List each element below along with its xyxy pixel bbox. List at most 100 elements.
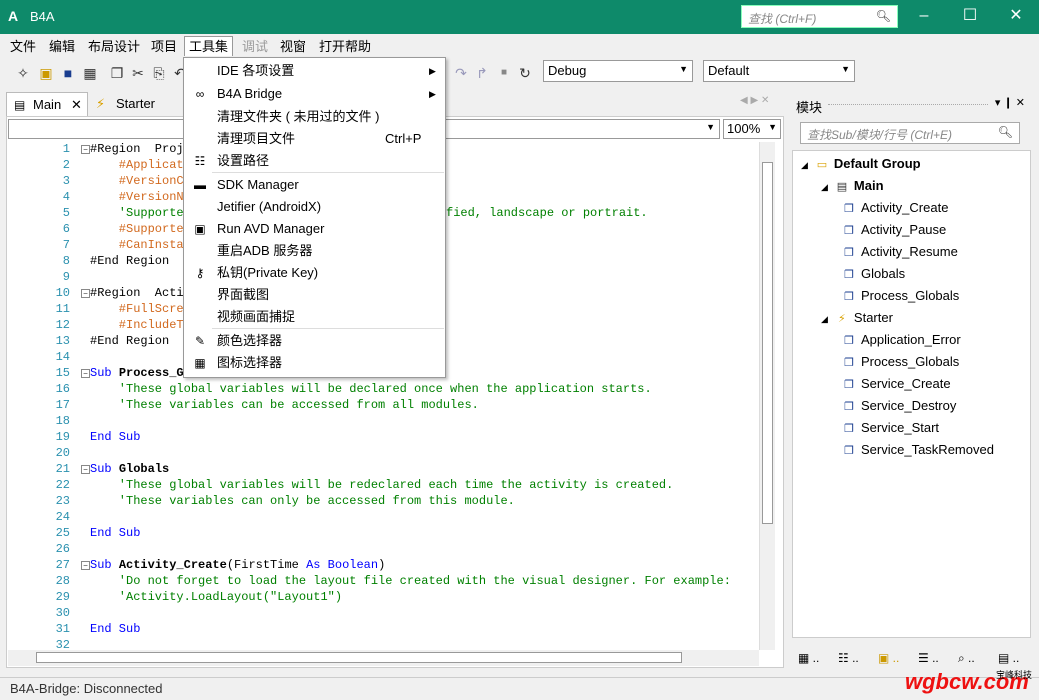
logs-tab-icon[interactable]: ☰ .. xyxy=(918,648,939,668)
panel-controls-icon[interactable]: ▾ ❙ ✕ xyxy=(995,96,1025,109)
scroll-thumb[interactable] xyxy=(36,652,682,663)
save-icon[interactable]: ■ xyxy=(59,64,77,82)
expand-icon[interactable]: ◢ xyxy=(821,182,828,192)
code-token: #End Region xyxy=(90,254,170,268)
tools-menu-item[interactable]: 视频画面捕捉 xyxy=(184,306,445,328)
code-line: 'These variables can only be accessed fr… xyxy=(90,494,515,508)
tree-node[interactable]: ❐ Service_Create xyxy=(841,373,951,395)
global-search-input[interactable]: 查找 (Ctrl+F) 🔍︎ xyxy=(741,5,898,28)
close-button[interactable]: ✕ xyxy=(993,0,1039,32)
tree-node[interactable]: ◢ ▭ Default Group xyxy=(801,153,921,175)
tree-node[interactable]: ❐ Service_Start xyxy=(841,417,939,439)
expand-icon[interactable]: ◢ xyxy=(821,314,828,324)
build-config-select[interactable]: Debug ▼ xyxy=(543,60,693,82)
maximize-button[interactable]: ☐ xyxy=(947,0,993,32)
menu-project[interactable]: 项目 xyxy=(147,37,181,57)
cut-icon[interactable]: ✂ xyxy=(129,64,147,82)
menu-separator xyxy=(212,172,444,173)
tools-menu-item[interactable]: ▣ Run AVD Manager xyxy=(184,218,445,240)
modules-tab-icon[interactable]: ▦ .. xyxy=(798,648,819,668)
code-line: #Applicat xyxy=(90,158,184,172)
tools-menu-item[interactable]: ☷ 设置路径 xyxy=(184,150,445,172)
menu-item-label: IDE 各项设置 xyxy=(217,63,295,78)
close-tab-icon[interactable]: ✕ xyxy=(71,93,82,117)
tree-node-label: Activity_Pause xyxy=(861,222,947,237)
tools-menu-item[interactable]: ✎ 颜色选择器 xyxy=(184,330,445,352)
tools-menu-item[interactable]: ∞ B4A Bridge ▶ xyxy=(184,83,445,105)
restart-icon[interactable]: ↻ xyxy=(516,64,534,82)
tab-starter-label: Starter xyxy=(116,96,156,111)
tools-menu-item[interactable]: 清理文件夹 ( 未用过的文件 ) xyxy=(184,106,445,128)
tools-menu-item[interactable]: ▬ SDK Manager xyxy=(184,174,445,196)
tools-menu-item[interactable]: 界面截图 xyxy=(184,284,445,306)
menu-help[interactable]: 打开帮助 xyxy=(315,37,375,57)
tab-main[interactable]: ▤ Main ✕ xyxy=(6,92,88,116)
libraries-tab-icon[interactable]: ☷ .. xyxy=(838,648,859,668)
editor-horizontal-scrollbar[interactable] xyxy=(8,650,759,666)
tree-node[interactable]: ❐ Application_Error xyxy=(841,329,961,351)
stop-icon[interactable]: ■ xyxy=(495,64,513,82)
tree-node[interactable]: ◢ ▤ Main xyxy=(821,175,884,197)
tree-node[interactable]: ❐ Activity_Resume xyxy=(841,241,958,263)
code-line: Sub Process_Gl xyxy=(90,366,191,380)
tools-menu-item[interactable]: ▦ 图标选择器 xyxy=(184,352,445,374)
code-token: #VersionNa xyxy=(90,190,191,204)
code-line: #Region Activ xyxy=(90,286,191,300)
code-token: Sub xyxy=(90,366,119,380)
fold-toggle-icon[interactable]: − xyxy=(81,145,90,154)
tools-menu-item[interactable]: IDE 各项设置 ▶ xyxy=(184,60,445,82)
tree-node[interactable]: ❐ Service_TaskRemoved xyxy=(841,439,994,461)
paste-icon[interactable]: ⎘ xyxy=(150,64,168,82)
target-select[interactable]: Default ▼ xyxy=(703,60,855,82)
tree-node-label: Application_Error xyxy=(861,332,961,347)
tree-node[interactable]: ❐ Service_Destroy xyxy=(841,395,956,417)
step-over-icon[interactable]: ↷ xyxy=(452,64,470,82)
menu-item-label: 视频画面捕捉 xyxy=(217,309,296,324)
step-out-icon[interactable]: ↱ xyxy=(473,64,491,82)
submenu-arrow-icon: ▶ xyxy=(429,89,436,99)
tools-menu-item[interactable]: ⚷ 私钥(Private Key) xyxy=(184,262,445,284)
minimize-button[interactable]: – xyxy=(901,0,947,32)
tab-scroll-icon[interactable]: ◀ ▶ ✕ xyxy=(740,95,769,106)
module-tree: ◢ ▭ Default Group ◢ ▤ Main ❐ Activity_Create ❐ Ac… xyxy=(792,150,1031,638)
tree-node[interactable]: ❐ Globals xyxy=(841,263,905,285)
fold-toggle-icon[interactable]: − xyxy=(81,561,90,570)
zoom-select[interactable]: 100% ▼ xyxy=(723,119,781,139)
tree-node[interactable]: ❐ Process_Globals xyxy=(841,351,959,373)
menu-item-label: 图标选择器 xyxy=(217,355,283,370)
tab-starter[interactable]: ⚡ Starter xyxy=(90,92,164,116)
modules-panel: 模块 ▾ ❙ ✕ 查找Sub/模块/行号 (Ctrl+E) 🔍︎ ◢ ▭ Defau… xyxy=(790,92,1033,670)
tools-menu-item[interactable]: 重启ADB 服务器 xyxy=(184,240,445,262)
menu-file[interactable]: 文件 xyxy=(6,37,40,57)
tree-node[interactable]: ❐ Process_Globals xyxy=(841,285,959,307)
more-tabs-icon[interactable]: ▤ .. xyxy=(998,648,1019,668)
fold-toggle-icon[interactable]: − xyxy=(81,369,90,378)
expand-icon[interactable]: ◢ xyxy=(801,160,808,170)
menu-designer[interactable]: 布局设计 xyxy=(84,37,144,57)
code-line: End Sub xyxy=(90,622,140,636)
menu-item-label: B4A Bridge xyxy=(217,86,283,101)
tree-node[interactable]: ❐ Activity_Pause xyxy=(841,219,946,241)
scroll-thumb[interactable] xyxy=(762,162,773,524)
fold-toggle-icon[interactable]: − xyxy=(81,289,90,298)
activity-module-icon: ▤ xyxy=(14,98,26,112)
menu-windows[interactable]: 视窗 xyxy=(276,37,310,57)
find-tab-icon[interactable]: ⌕ .. xyxy=(958,648,975,668)
menu-tools[interactable]: 工具集 xyxy=(184,36,234,56)
target-value: Default xyxy=(708,63,750,78)
copy-icon[interactable]: ❐ xyxy=(108,64,126,82)
fold-toggle-icon[interactable]: − xyxy=(81,465,90,474)
files-tab-icon[interactable]: ▣ .. xyxy=(878,648,899,668)
menu-edit[interactable]: 编辑 xyxy=(45,37,79,57)
open-folder-icon[interactable]: ▣ xyxy=(37,64,55,82)
tools-menu-item[interactable]: Jetifier (AndroidX) xyxy=(184,196,445,218)
new-file-icon[interactable]: ✧ xyxy=(14,64,32,82)
editor-vertical-scrollbar[interactable] xyxy=(759,142,775,650)
tools-menu-item[interactable]: 清理项目文件 Ctrl+P xyxy=(184,128,445,150)
menu-debug[interactable]: 调试 xyxy=(238,37,272,57)
module-search-input[interactable]: 查找Sub/模块/行号 (Ctrl+E) 🔍︎ xyxy=(800,122,1020,144)
tree-node[interactable]: ◢ ⚡ Starter xyxy=(821,307,893,329)
save-all-icon[interactable]: ▦ xyxy=(81,64,99,82)
app-icon: A xyxy=(8,8,19,24)
tree-node[interactable]: ❐ Activity_Create xyxy=(841,197,948,219)
